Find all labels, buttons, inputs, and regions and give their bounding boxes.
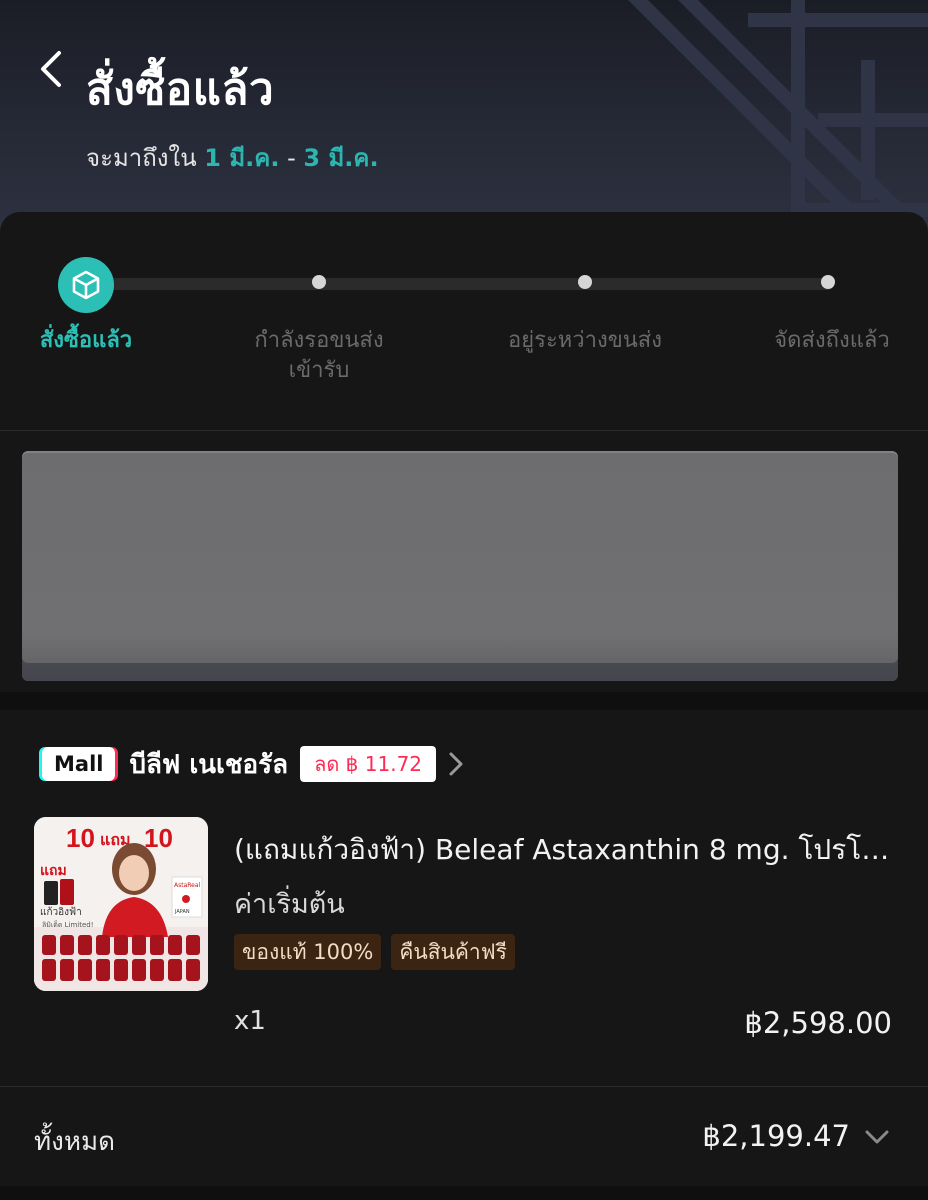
step-ordered-marker xyxy=(58,257,114,313)
box-icon xyxy=(72,270,100,300)
step-awaiting-pickup-label: กำลังรอขนส่ง เข้ารับ xyxy=(228,326,410,386)
bottom-separator xyxy=(0,1186,928,1200)
order-header: สั่งซื้อแล้ว จะมาถึงใน 1 มี.ค. - 3 มี.ค. xyxy=(0,0,928,232)
chevron-right-icon xyxy=(449,752,463,776)
product-image-art: 10 แถม 10 แถม แก้วอิงฟ้า ลิมิเต็ด Limite… xyxy=(34,817,208,991)
shop-link-arrow[interactable] xyxy=(448,751,464,777)
redacted-address-block xyxy=(22,451,898,681)
eta-start-date: 1 มี.ค. xyxy=(204,144,280,172)
section-separator xyxy=(0,692,928,710)
page-title: สั่งซื้อแล้ว xyxy=(86,64,275,115)
tag-authentic: ของแท้ 100% xyxy=(234,934,382,970)
back-button[interactable] xyxy=(30,44,70,94)
shop-name[interactable]: บีลีฟ เนเชอรัล xyxy=(129,744,288,785)
image-headline-b: 10 xyxy=(144,823,173,853)
total-value: ฿2,199.47 xyxy=(702,1119,850,1153)
order-total-row[interactable]: ทั้งหมด ฿2,199.47 xyxy=(0,1086,928,1186)
progress-divider xyxy=(0,430,928,431)
eta-prefix: จะมาถึงใน xyxy=(86,144,197,172)
order-progress-tracker: สั่งซื้อแล้ว กำลังรอขนส่ง เข้ารับ อยู่ระ… xyxy=(0,212,928,430)
product-name[interactable]: (แถมแก้วอิงฟ้า) Beleaf Astaxanthin 8 mg.… xyxy=(234,828,894,872)
step-ordered-label: สั่งซื้อแล้ว xyxy=(39,328,133,353)
header-decoration xyxy=(628,0,928,220)
product-quantity: x1 xyxy=(234,1006,266,1036)
step-delivered-marker xyxy=(821,275,835,289)
product-variant: ค่าเริ่มต้น xyxy=(234,889,345,920)
product-price: ฿2,598.00 xyxy=(744,1006,892,1040)
image-sub-label: แถม xyxy=(40,863,67,879)
progress-track xyxy=(84,278,834,290)
step-awaiting-pickup-line1: กำลังรอขนส่ง xyxy=(254,328,384,353)
image-brand-label: AstaReal xyxy=(174,882,201,889)
image-limited-label: ลิมิเต็ด Limited! xyxy=(42,920,94,929)
product-tags: ของแท้ 100% คืนสินค้าฟรี xyxy=(234,934,515,970)
image-origin-label: JAPAN xyxy=(174,909,190,915)
step-delivered-label: จัดส่งถึงแล้ว xyxy=(774,328,890,353)
total-label: ทั้งหมด xyxy=(34,1127,115,1157)
step-awaiting-pickup-line2: เข้ารับ xyxy=(288,358,350,383)
step-awaiting-pickup-marker xyxy=(312,275,326,289)
chevron-down-icon[interactable] xyxy=(864,1129,890,1145)
product-thumbnail[interactable]: 10 แถม 10 แถม แก้วอิงฟ้า ลิมิเต็ด Limite… xyxy=(34,817,208,991)
tag-free-return: คืนสินค้าฟรี xyxy=(391,934,515,970)
eta-separator: - xyxy=(287,144,296,172)
chevron-left-icon xyxy=(41,51,61,87)
step-in-transit-marker xyxy=(578,275,592,289)
image-cup-label: แก้วอิงฟ้า xyxy=(40,906,82,918)
mall-badge: Mall xyxy=(42,747,116,781)
image-headline-a: 10 xyxy=(66,823,95,853)
delivery-eta: จะมาถึงใน 1 มี.ค. - 3 มี.ค. xyxy=(86,138,379,177)
step-in-transit-label: อยู่ระหว่างขนส่ง xyxy=(508,328,662,353)
eta-end-date: 3 มี.ค. xyxy=(303,144,379,172)
discount-badge: ลด ฿ 11.72 xyxy=(300,746,437,782)
shop-header[interactable]: Mall บีลีฟ เนเชอรัล ลด ฿ 11.72 xyxy=(42,744,464,784)
